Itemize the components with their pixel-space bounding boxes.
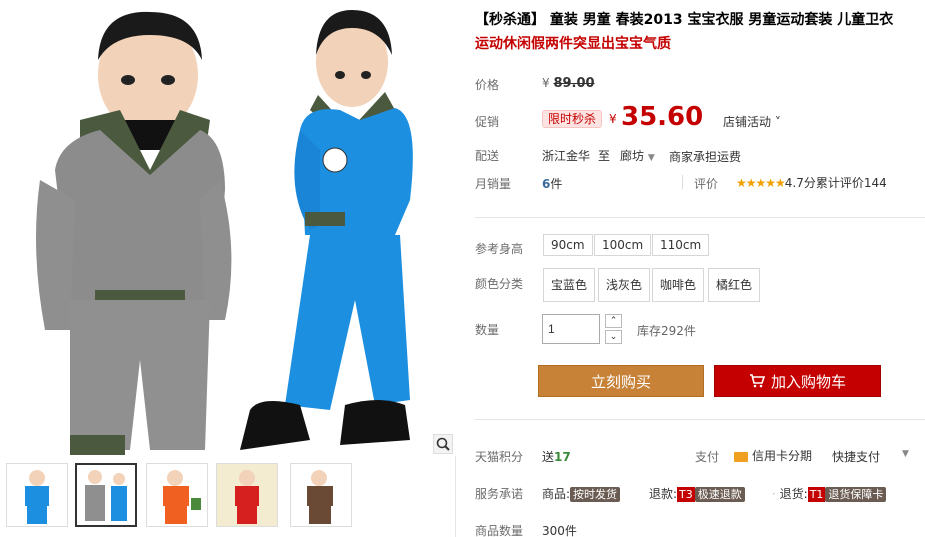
quick-pay: 快捷支付 [832,450,881,464]
service-goods: 商品: 按时发货 [542,485,621,502]
promo-price: 35.60 [621,102,704,132]
cart-icon [749,367,766,399]
color-option-orange[interactable]: 橘红色 [708,268,761,302]
height-option-110[interactable]: 110cm [652,234,710,256]
color-option-grey[interactable]: 浅灰色 [598,268,651,302]
rating-summary[interactable]: ★★★★★4.7分累计评价144 [736,174,887,191]
thumbnail-1[interactable] [6,463,68,527]
product-gallery [0,0,456,537]
triangle-down-icon: ▼ [647,153,655,163]
product-title: 【秒杀通】 童装 男童 春装2013 宝宝衣服 男童运动套装 儿童卫衣 [475,12,894,28]
ship-to-word: 至 [598,149,611,163]
service-return: · 退货: T1 退货保障卡 [772,485,887,502]
credit-card-icon [734,451,748,462]
original-price: ¥ 89.00 [542,76,595,91]
shop-activity-dropdown[interactable]: 店铺活动 ˅ [723,113,781,130]
zoom-icon[interactable] [433,434,453,454]
chevron-down-icon: ⌄ [609,332,618,342]
blue-outfit-boy [240,10,413,450]
triangle-down-icon[interactable]: ▼ [902,449,909,459]
count-label: 商品数量 [475,524,524,537]
price-label: 价格 [475,78,500,92]
ship-fee: 商家承担运费 [669,150,742,164]
quantity-input[interactable] [542,314,600,344]
divider [475,217,925,218]
promo-label: 促销 [475,115,500,129]
thumbnail-2[interactable] [75,463,137,527]
monthly-sales: 6件 [542,177,563,191]
buy-now-button[interactable]: 立刻购买 [538,365,704,397]
thumbnail-3[interactable] [146,463,208,527]
thumbnail-strip [0,463,456,533]
count-value: 300件 [542,524,577,537]
points-value: 送17 [542,450,571,464]
quantity-decrease-button[interactable]: ⌄ [605,330,622,344]
product-page: 【秒杀通】 童装 男童 春装2013 宝宝衣服 男童运动套装 儿童卫衣 运动休闲… [0,0,925,537]
grey-outfit-boy [36,11,232,455]
service-label: 服务承诺 [475,487,524,501]
height-option-100[interactable]: 100cm [594,234,652,256]
thumbnail-4[interactable] [216,463,278,527]
shipping-label: 配送 [475,149,500,163]
product-photo-illustration [36,10,413,455]
rating-stars-icon: ★★★★★ [736,176,786,190]
quantity-increase-button[interactable]: ⌃ [605,314,622,328]
credit-installment[interactable]: 信用卡分期 [734,447,812,464]
service-refund: 退款: T3 极速退款 [649,485,745,502]
thumbnail-5[interactable] [290,463,352,527]
color-option-blue[interactable]: 宝蓝色 [543,268,596,302]
rating-label: 评价 [694,177,719,191]
chevron-up-icon: ⌃ [609,316,618,326]
color-label: 颜色分类 [475,277,524,291]
points-label: 天猫积分 [475,450,524,464]
quantity-label: 数量 [475,323,500,337]
separator [682,175,683,189]
color-option-coffee[interactable]: 咖啡色 [652,268,705,302]
chevron-down-icon: ˅ [771,115,781,129]
add-to-cart-button[interactable]: 加入购物车 [714,365,881,397]
promo-badge: 限时秒杀 [542,110,603,128]
main-product-photo[interactable] [0,0,456,456]
height-label: 参考身高 [475,242,524,256]
stock-text: 库存292件 [637,324,696,338]
ship-to-selector[interactable]: 廊坊 ▼ [620,147,655,164]
ship-from: 浙江金华 [542,149,591,163]
promo-currency: ¥ [609,112,617,126]
pay-label: 支付 [695,450,720,464]
height-option-90[interactable]: 90cm [543,234,593,256]
product-subtitle: 运动休闲假两件突显出宝宝气质 [475,36,671,52]
product-info-panel: 【秒杀通】 童装 男童 春装2013 宝宝衣服 男童运动套装 儿童卫衣 运动休闲… [469,0,925,537]
monthly-sales-label: 月销量 [475,177,512,191]
divider [475,419,925,420]
